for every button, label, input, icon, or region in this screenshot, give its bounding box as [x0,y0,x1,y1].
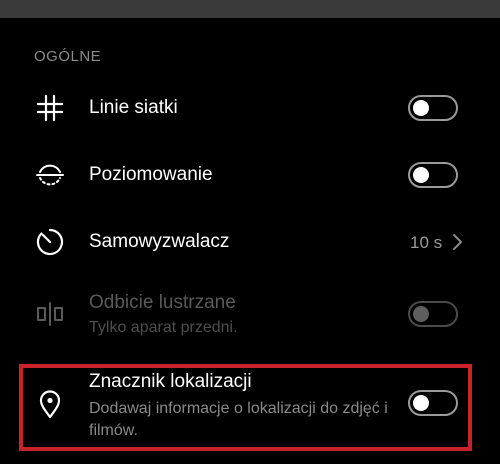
setting-row-gridlines[interactable]: Linie siatki [0,86,500,130]
setting-title: Linie siatki [89,97,178,118]
section-header: OGÓLNE [34,48,102,65]
mirror-toggle [408,301,458,327]
toggle-knob [413,395,429,411]
timer-value: 10 s [410,233,443,252]
timer-icon [34,226,66,258]
setting-row-mirror: Odbicie lustrzane Tylko aparat przedni. [0,288,500,344]
leveling-toggle[interactable] [408,162,458,188]
setting-title: Poziomowanie [89,164,213,185]
top-bar [0,0,500,18]
setting-row-location[interactable]: Znacznik lokalizacji Dodawaj informacje … [0,368,500,448]
setting-subtitle: Tylko aparat przedni. [89,319,238,336]
setting-title: Znacznik lokalizacji [89,371,252,392]
gridlines-toggle[interactable] [408,95,458,121]
setting-row-timer[interactable]: Samowyzwalacz 10 s [0,220,500,264]
toggle-knob [413,306,429,322]
setting-row-leveling[interactable]: Poziomowanie [0,153,500,197]
location-pin-icon [34,388,66,420]
location-toggle[interactable] [408,390,458,416]
chevron-right-icon [451,233,463,251]
level-icon [34,159,66,191]
toggle-knob [413,100,429,116]
setting-title: Odbicie lustrzane [89,292,236,313]
toggle-knob [413,167,429,183]
setting-title: Samowyzwalacz [89,231,230,252]
mirror-icon [34,298,66,330]
grid-icon [34,92,66,124]
setting-subtitle: Dodawaj informacje o lokalizacji do zdję… [89,400,388,439]
